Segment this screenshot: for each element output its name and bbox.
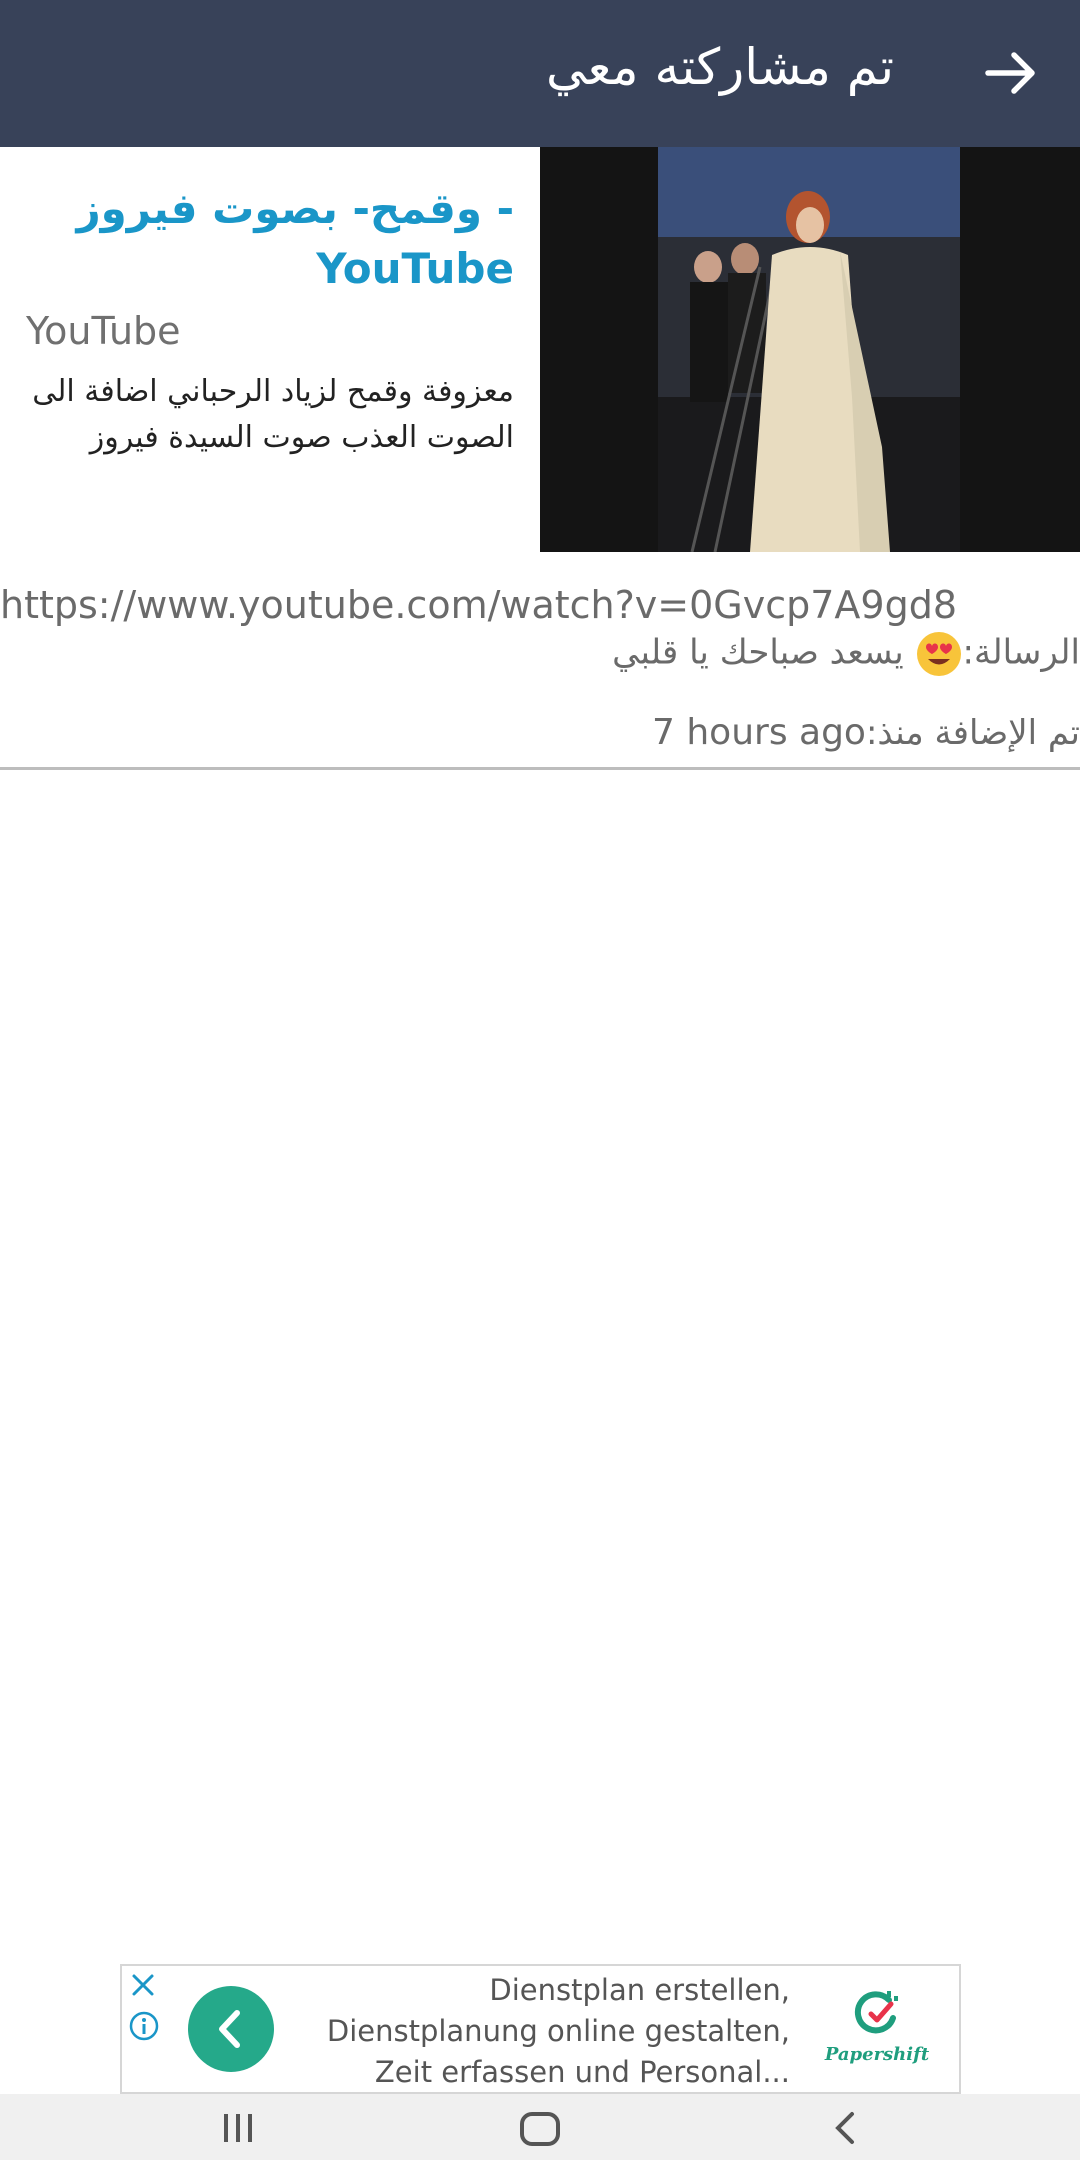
info-icon[interactable]	[128, 2010, 160, 2042]
preview-title[interactable]: - وقمح- بصوت فيروز YouTube	[0, 179, 514, 299]
chevron-left-icon	[219, 2010, 240, 2048]
ad-brand: Papershift	[824, 2044, 930, 2065]
ad-text: Dienstplan erstellen, Dienstplanung onli…	[326, 1973, 790, 2089]
back-nav-icon[interactable]	[826, 2108, 866, 2148]
system-nav-bar	[0, 2094, 1080, 2160]
preview-text: - وقمح- بصوت فيروز YouTube YouTube معزوف…	[0, 147, 514, 552]
home-icon[interactable]	[518, 2108, 562, 2148]
papershift-logo-icon	[854, 1991, 898, 2034]
ad-logo[interactable]: Papershift	[822, 1988, 932, 2078]
message-text: يسعد صباحك يا قلبي	[612, 632, 904, 673]
link-preview-card[interactable]: - وقمح- بصوت فيروز YouTube YouTube معزوف…	[0, 147, 1080, 552]
divider	[0, 767, 1080, 770]
message-label: الرسالة:	[962, 632, 1080, 673]
preview-title-line1: - وقمح- بصوت فيروز	[76, 184, 514, 233]
heart-eyes-emoji-icon	[916, 632, 961, 676]
page-title: تم مشاركته معي	[545, 38, 894, 96]
close-icon[interactable]	[128, 1970, 158, 2000]
arrow-right-icon[interactable]	[978, 40, 1044, 106]
added-line: 7 hours agoتم الإضافة منذ:	[652, 712, 1080, 753]
app-bar: تم مشاركته معي	[0, 0, 1080, 147]
added-label: تم الإضافة منذ:	[865, 713, 1080, 753]
recent-apps-icon[interactable]	[218, 2108, 258, 2148]
video-thumbnail[interactable]	[540, 147, 1080, 552]
message-line: الرسالة: يسعد صباحك يا قلبي	[612, 632, 1080, 676]
preview-description: معزوفة وقمح لزياد الرحباني اضافة الى الص…	[32, 374, 514, 455]
shared-url[interactable]: https://www.youtube.com/watch?v=0Gvcp7A9…	[0, 583, 957, 627]
ad-banner[interactable]: Dienstplan erstellen, Dienstplanung onli…	[120, 1964, 961, 2094]
preview-site: YouTube	[26, 309, 181, 353]
ad-open-button[interactable]	[188, 1986, 274, 2072]
added-value: 7 hours ago	[652, 712, 866, 753]
preview-title-line2: YouTube	[316, 244, 514, 293]
